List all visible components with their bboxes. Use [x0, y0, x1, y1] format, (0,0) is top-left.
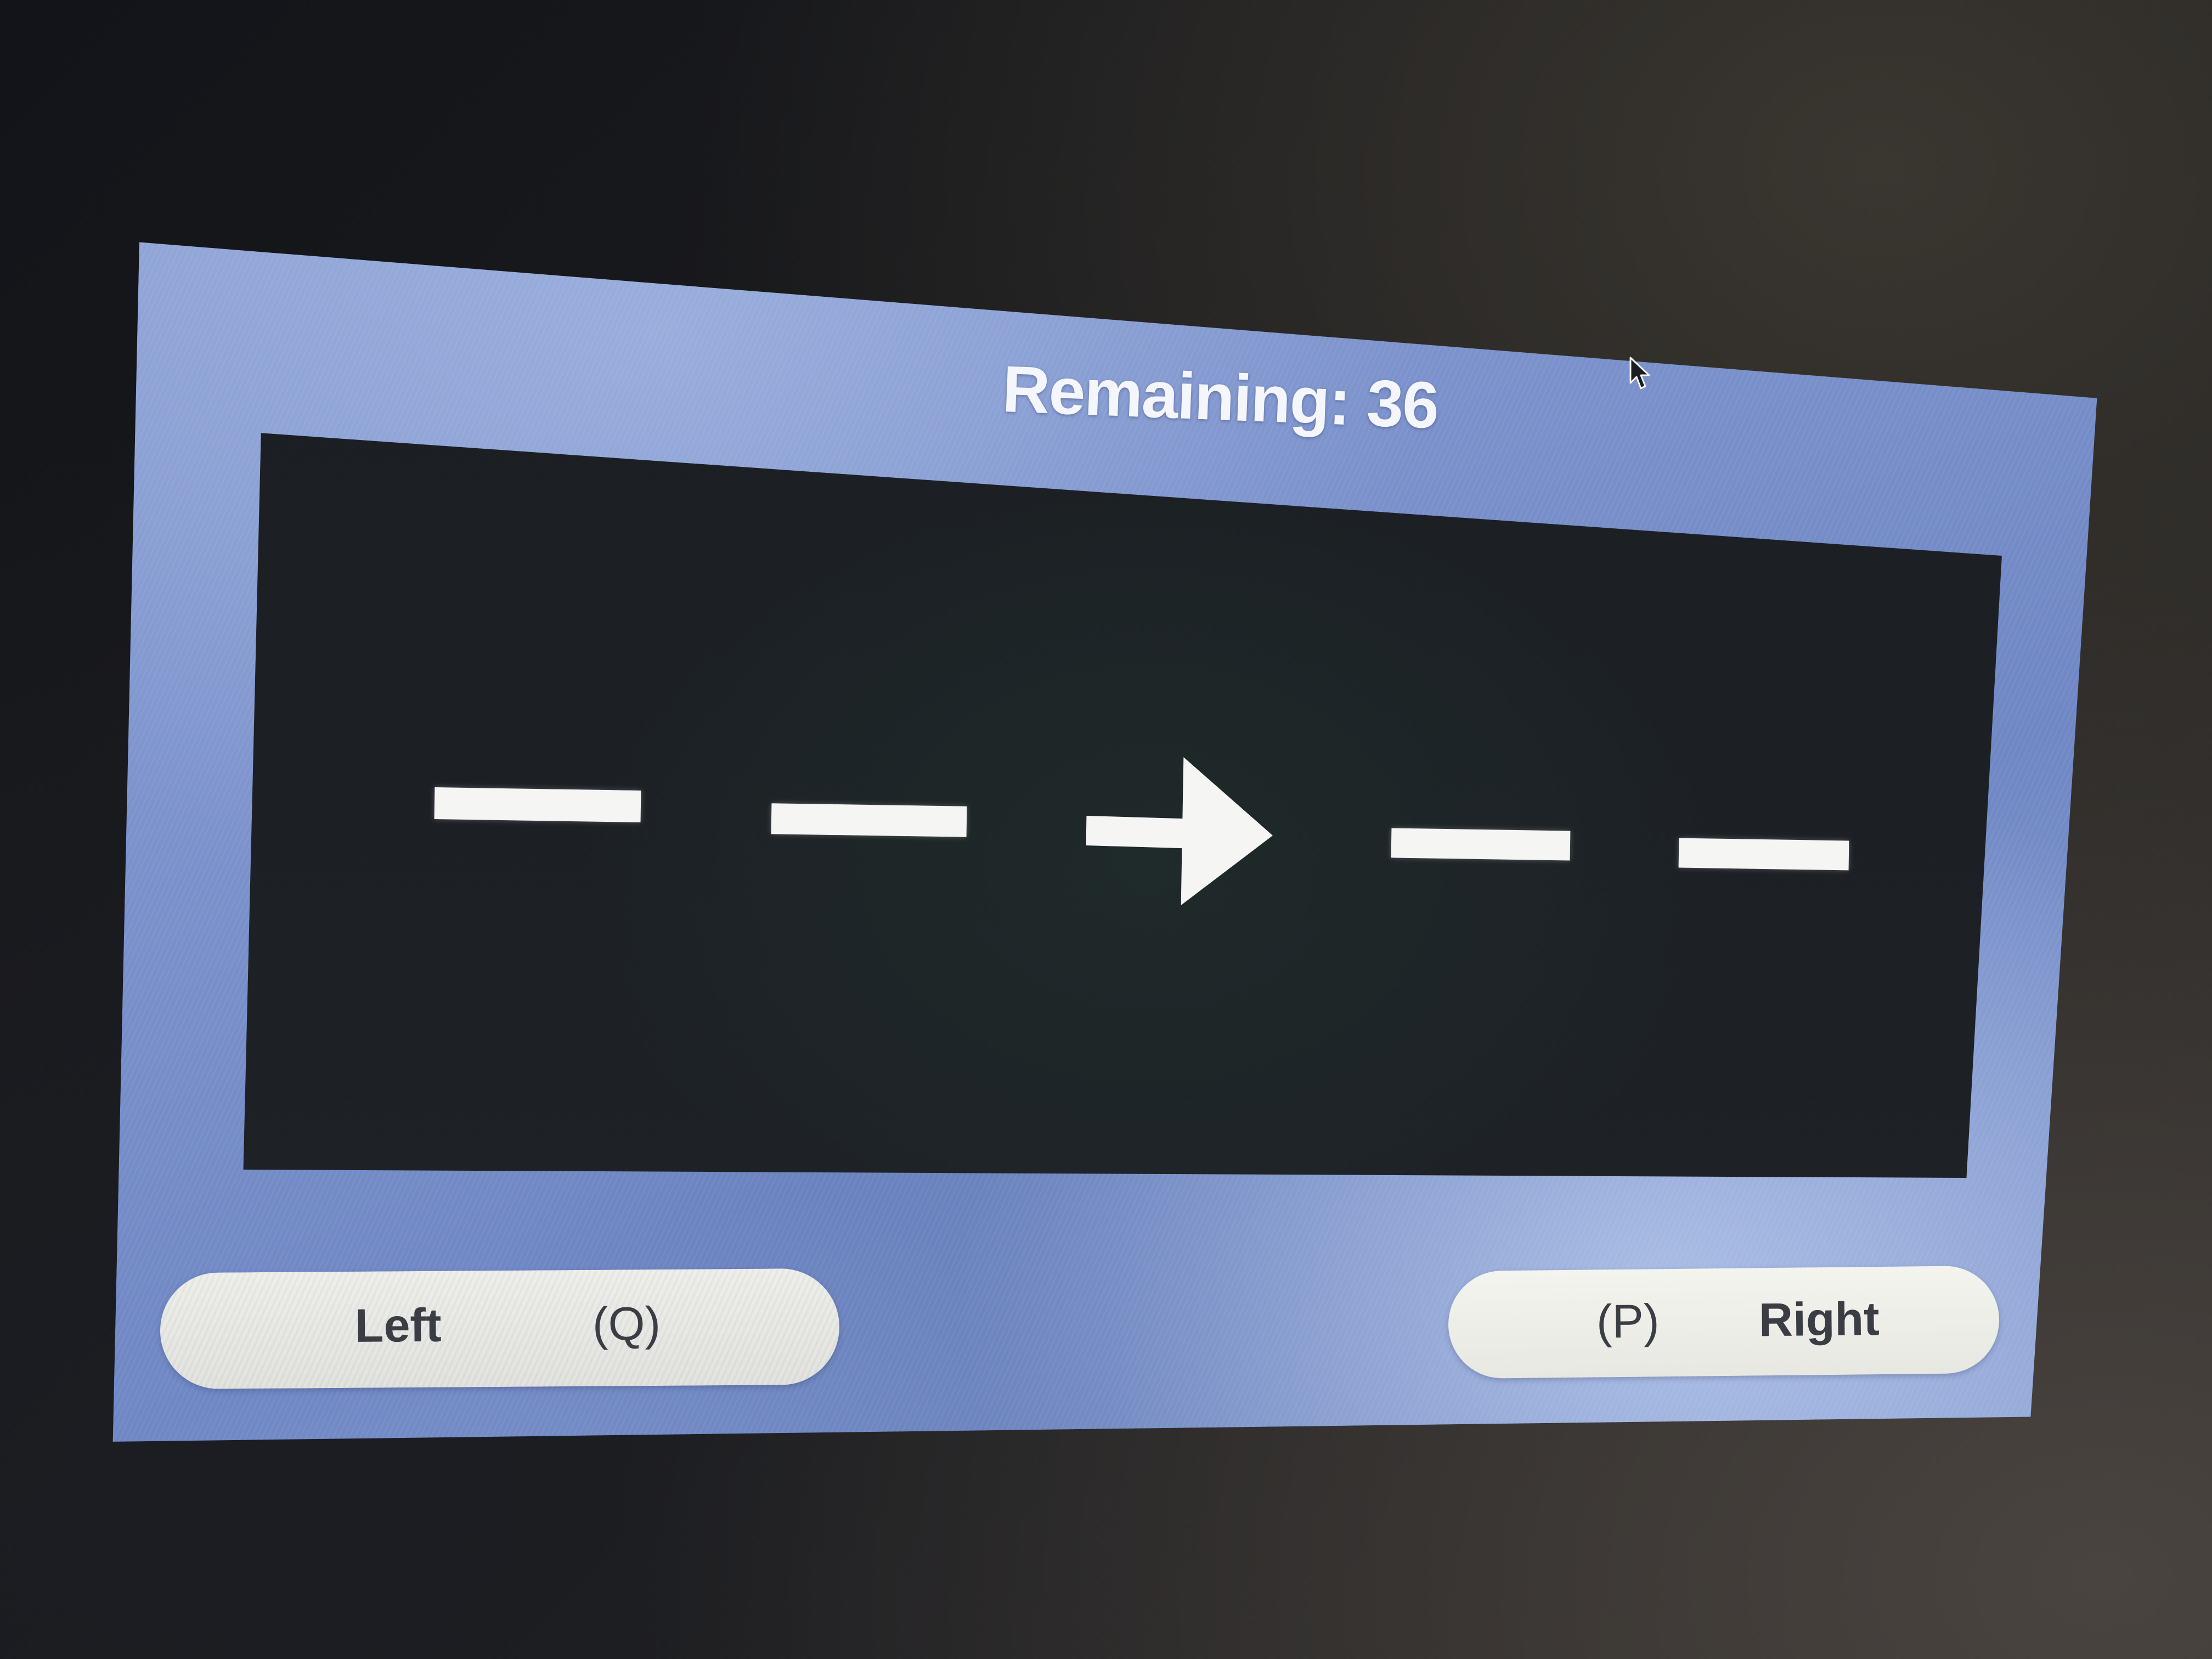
mouse-pointer-icon	[1629, 357, 1650, 390]
right-button-label: Right	[1758, 1293, 1880, 1347]
flanker-dash-5	[1678, 838, 1849, 871]
left-button-label: Left	[354, 1299, 442, 1352]
remaining-counter: Remaining: 36	[1001, 352, 1440, 443]
flanker-dash-4	[1391, 828, 1571, 861]
right-response-button[interactable]: (P) Right	[1448, 1265, 2000, 1379]
left-button-key: (Q)	[592, 1297, 661, 1351]
flanker-dash-2	[771, 803, 967, 837]
right-button-key: (P)	[1596, 1295, 1660, 1348]
left-response-button[interactable]: Left (Q)	[160, 1268, 840, 1390]
target-arrow-right-icon	[1086, 757, 1273, 905]
flanker-dash-1	[434, 787, 641, 822]
